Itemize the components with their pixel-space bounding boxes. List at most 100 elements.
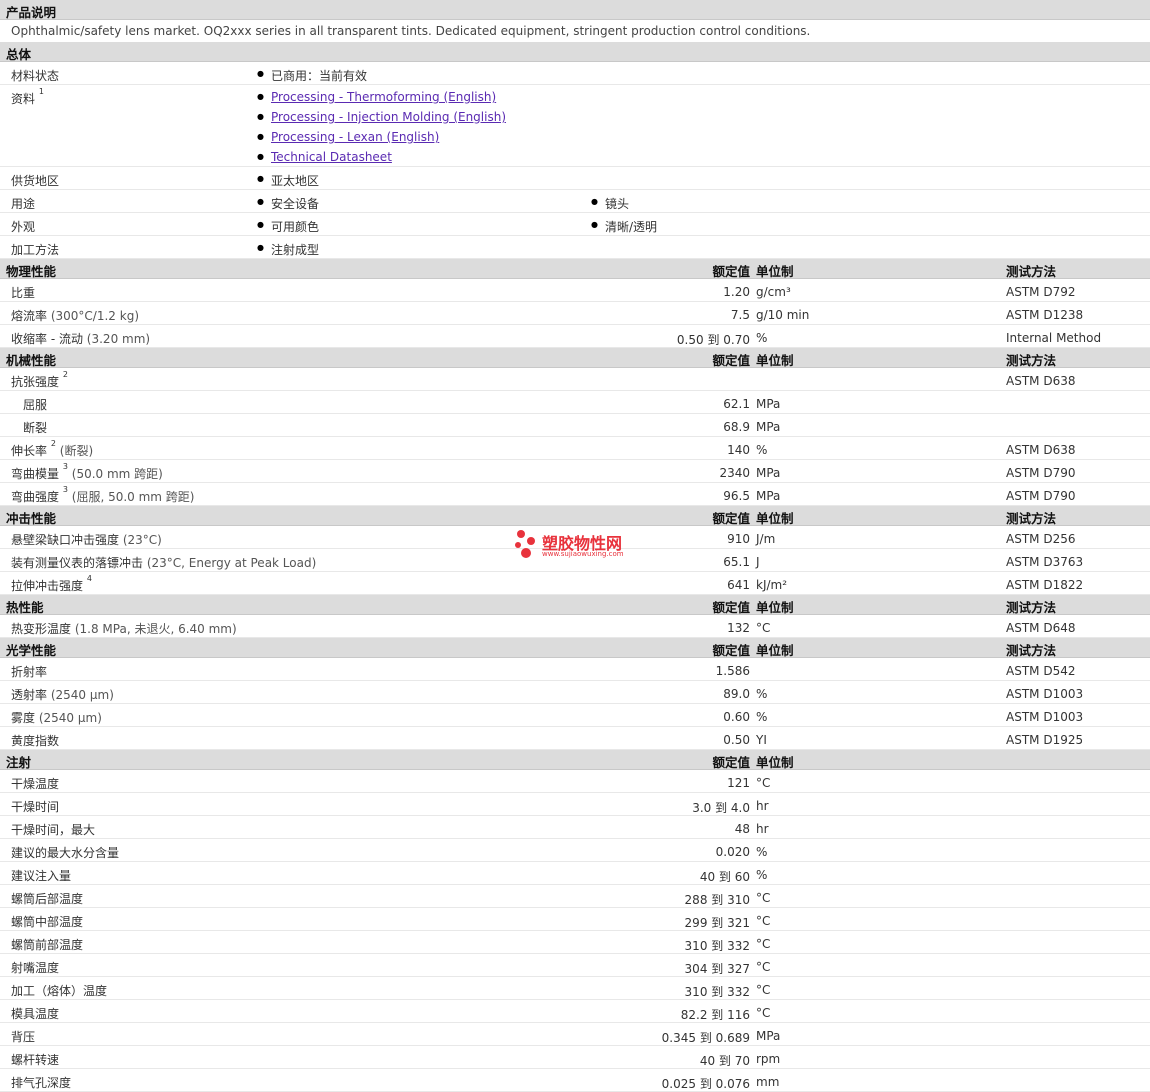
watermark-url: www.sujiaowuxing.com xyxy=(542,550,624,558)
label-text: 供货地区 xyxy=(11,174,60,188)
property-value: 2340 xyxy=(719,466,750,480)
test-method: ASTM D1238 xyxy=(1006,308,1084,322)
property-name-text: 背压 xyxy=(11,1030,36,1044)
property-name-text: 射嘴温度 xyxy=(11,961,60,975)
property-name: 弯曲强度 3 (屈服, 50.0 mm 跨距) xyxy=(11,485,195,505)
section-header: 机械性能 额定值 单位制 测试方法 xyxy=(0,348,1150,368)
general-row: 加工方法 注射成型 xyxy=(0,236,1150,259)
document-link[interactable]: Processing - Lexan (English) xyxy=(271,127,506,147)
property-name: 黄度指数 xyxy=(11,732,59,749)
column-header-unit: 单位制 xyxy=(756,600,794,615)
general-row-label: 供货地区 xyxy=(11,172,59,189)
property-row: 弯曲模量 3 (50.0 mm 跨距) 2340 MPa ASTM D790 xyxy=(0,460,1150,483)
property-name: 屈服 xyxy=(23,396,47,413)
property-name-text: 热变形温度 xyxy=(11,622,72,636)
property-unit: °C xyxy=(756,891,771,905)
property-unit: °C xyxy=(756,960,771,974)
document-link[interactable]: Technical Datasheet xyxy=(271,147,506,167)
property-value: 910 xyxy=(727,532,750,546)
property-value: 140 xyxy=(727,443,750,457)
property-row: 射嘴温度 304 到 327 °C xyxy=(0,954,1150,977)
property-value: 3.0 到 4.0 xyxy=(692,801,750,815)
property-row: 熔流率 (300°C/1.2 kg) 7.5 g/10 min ASTM D1238 xyxy=(0,302,1150,325)
section-title: 机械性能 xyxy=(6,353,57,368)
property-row: 屈服 62.1 MPa xyxy=(0,391,1150,414)
property-name-text: 加工（熔体）温度 xyxy=(11,984,108,998)
column-header-unit: 单位制 xyxy=(756,264,794,279)
property-value: 310 到 332 xyxy=(684,939,750,953)
property-row: 热变形温度 (1.8 MPa, 未退火, 6.40 mm) 132 °C ASTM D… xyxy=(0,615,1150,638)
property-name-text: 干燥时间，最大 xyxy=(11,823,96,837)
property-row: 模具温度 82.2 到 116 °C xyxy=(0,1000,1150,1023)
property-condition: (1.8 MPa, 未退火, 6.40 mm) xyxy=(74,622,237,636)
property-name-text: 弯曲强度 xyxy=(11,490,60,504)
property-name: 比重 xyxy=(11,284,35,301)
bullet-item: 安全设备 xyxy=(257,195,319,212)
property-condition: (断裂) xyxy=(59,444,94,458)
product-description: Ophthalmic/safety lens market. OQ2xxx se… xyxy=(0,20,1150,42)
section-header: 物理性能 额定值 单位制 测试方法 xyxy=(0,259,1150,279)
general-row: 资料 1 Processing - Thermoforming (English)… xyxy=(0,85,1150,167)
column-header-rated: 额定值 xyxy=(712,643,750,658)
property-name: 螺筒中部温度 xyxy=(11,913,83,930)
property-name-text: 熔流率 xyxy=(11,309,48,323)
property-row: 干燥时间 3.0 到 4.0 hr xyxy=(0,793,1150,816)
general-table: 材料状态 已商用：当前有效资料 1 Processing - Thermoformi… xyxy=(0,62,1150,259)
label-text: 加工方法 xyxy=(11,243,60,257)
document-link[interactable]: Processing - Injection Molding (English) xyxy=(271,107,506,127)
property-value: 62.1 xyxy=(723,397,750,411)
property-name: 热变形温度 (1.8 MPa, 未退火, 6.40 mm) xyxy=(11,620,237,637)
bullet-item: 已商用：当前有效 xyxy=(257,67,367,84)
property-name-text: 螺筒前部温度 xyxy=(11,938,84,952)
property-name-text: 比重 xyxy=(11,286,36,300)
property-name: 抗张强度 2 xyxy=(11,370,68,390)
property-row: 拉伸冲击强度 4 641 kJ/m² ASTM D1822 xyxy=(0,572,1150,595)
bullet-item: 注射成型 xyxy=(257,241,319,258)
property-unit: g/cm³ xyxy=(756,285,791,299)
property-unit: YI xyxy=(756,733,767,747)
property-name-text: 装有测量仪表的落镖冲击 xyxy=(11,556,144,570)
property-unit: % xyxy=(756,868,768,882)
property-unit: °C xyxy=(756,914,771,928)
property-name-text: 螺筒后部温度 xyxy=(11,892,84,906)
general-row-label: 加工方法 xyxy=(11,241,59,258)
test-method: ASTM D790 xyxy=(1006,489,1076,503)
property-name: 透射率 (2540 µm) xyxy=(11,686,114,703)
property-value: 96.5 xyxy=(723,489,750,503)
section-header-general: 总体 xyxy=(0,42,1150,62)
document-link-item: Processing - Thermoforming (English) xyxy=(257,87,506,107)
property-name-text: 收缩率 - 流动 xyxy=(11,332,83,346)
property-name-text: 断裂 xyxy=(23,421,48,435)
bullet-item: 可用颜色 xyxy=(257,218,319,235)
document-link[interactable]: Processing - Thermoforming (English) xyxy=(271,87,506,107)
property-value: 310 到 332 xyxy=(684,985,750,999)
property-value: 0.020 xyxy=(715,845,750,859)
property-unit: MPa xyxy=(756,466,781,480)
property-name: 折射率 xyxy=(11,663,47,680)
property-condition: (屈服, 50.0 mm 跨距) xyxy=(71,490,195,504)
section-header-product-desc: 产品说明 xyxy=(0,0,1150,20)
property-row: 抗张强度 2 ASTM D638 xyxy=(0,368,1150,391)
property-row: 黄度指数 0.50 YI ASTM D1925 xyxy=(0,727,1150,750)
general-row: 供货地区 亚太地区 xyxy=(0,167,1150,190)
label-text: 外观 xyxy=(11,220,36,234)
column-header-rated: 额定值 xyxy=(712,353,750,368)
property-row: 弯曲强度 3 (屈服, 50.0 mm 跨距) 96.5 MPa ASTM D790 xyxy=(0,483,1150,506)
property-name: 加工（熔体）温度 xyxy=(11,982,107,999)
property-name: 螺杆转速 xyxy=(11,1051,59,1068)
document-link-item: Processing - Lexan (English) xyxy=(257,127,506,147)
column-header-test: 测试方法 xyxy=(1006,600,1057,615)
column-header-rated: 额定值 xyxy=(712,600,750,615)
property-name-text: 折射率 xyxy=(11,665,48,679)
property-unit: MPa xyxy=(756,397,781,411)
product-description-text: Ophthalmic/safety lens market. OQ2xxx se… xyxy=(11,24,811,38)
test-method: ASTM D638 xyxy=(1006,374,1076,388)
test-method: ASTM D1003 xyxy=(1006,687,1084,701)
test-method: ASTM D790 xyxy=(1006,466,1076,480)
column-header-test: 测试方法 xyxy=(1006,353,1057,368)
property-unit: mm xyxy=(756,1075,780,1089)
property-name-text: 抗张强度 xyxy=(11,375,60,389)
property-unit: kJ/m² xyxy=(756,578,788,592)
property-value: 68.9 xyxy=(723,420,750,434)
property-name: 建议注入量 xyxy=(11,867,71,884)
